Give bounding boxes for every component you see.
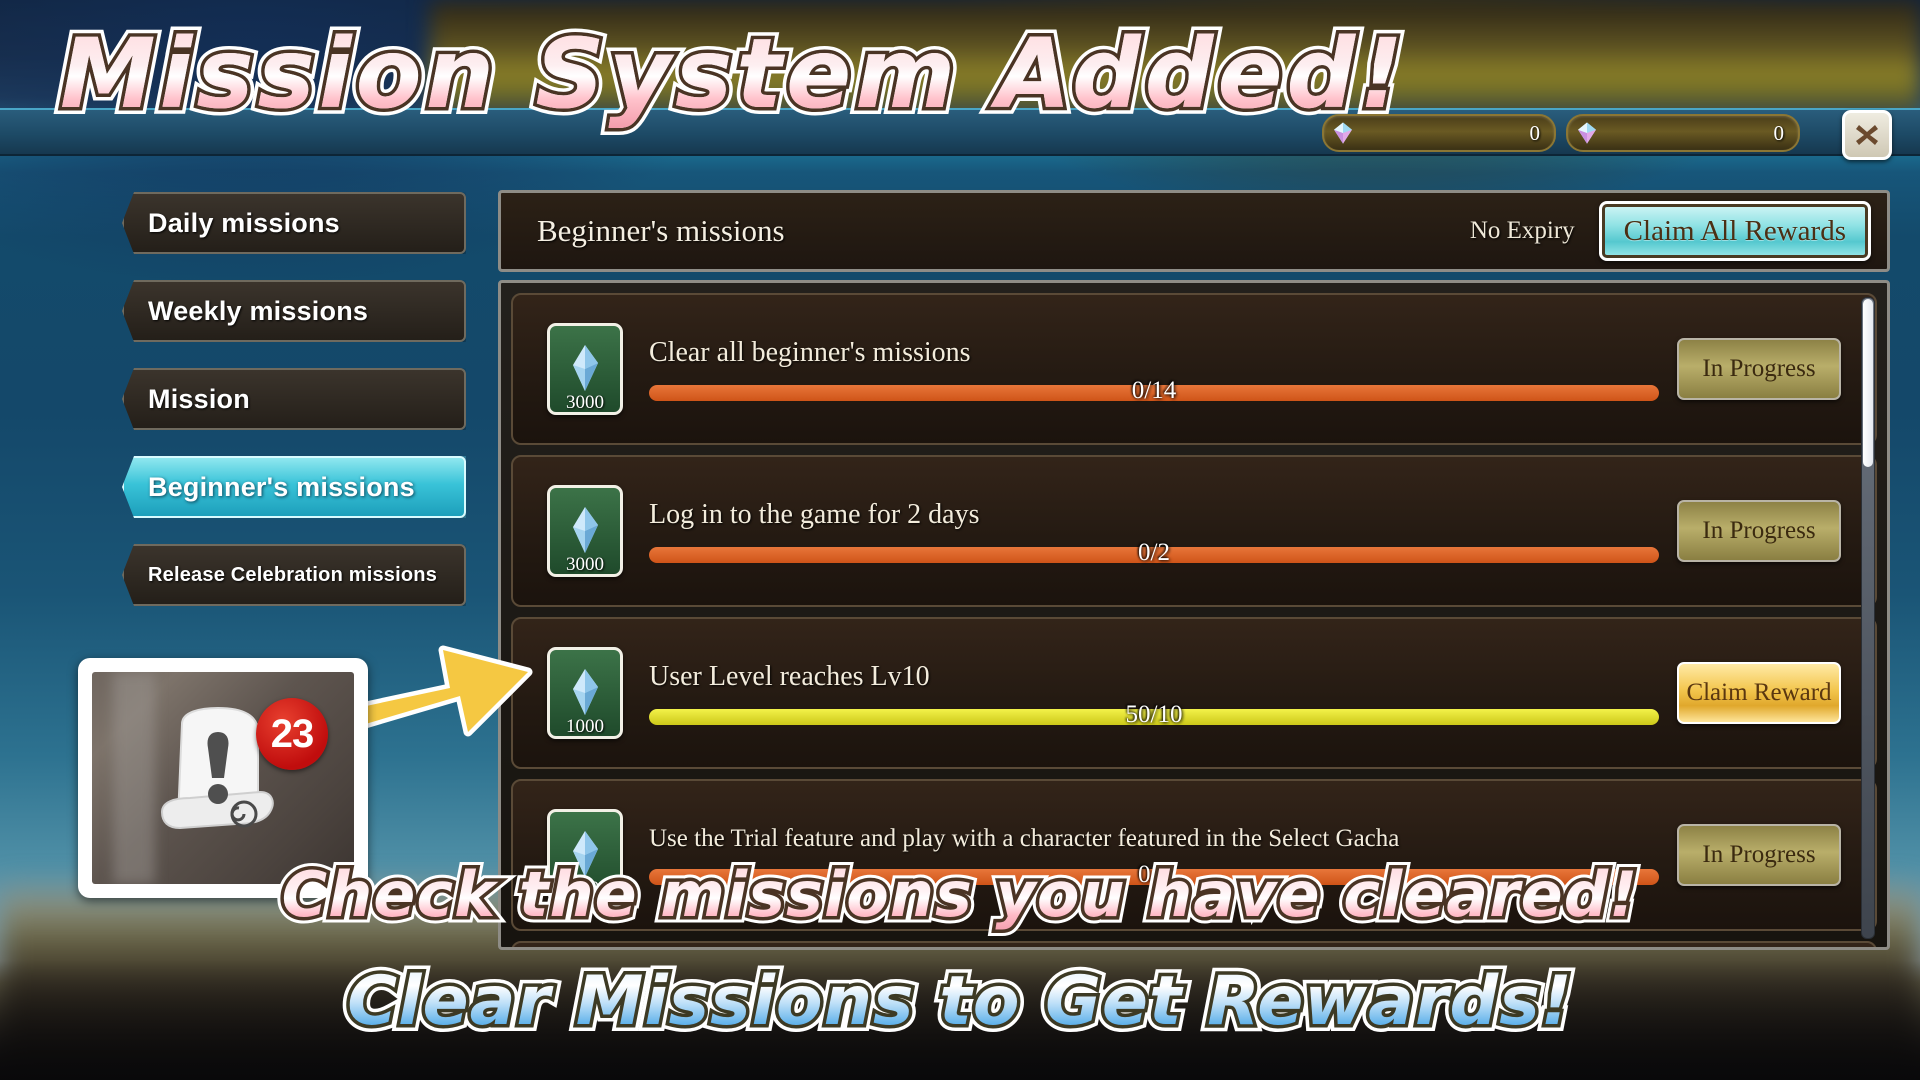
banner-title: Mission System Added! (60, 18, 1408, 130)
sidebar-item-label: Beginner's missions (148, 471, 415, 502)
progress-bar: 50/10 (649, 701, 1659, 728)
table-row[interactable]: 1000 User Level reaches Lv10 50/10 Claim… (511, 617, 1877, 769)
currency-value: 0 (1529, 120, 1541, 145)
reward-item-icon: 3000 (547, 485, 623, 577)
crystal-icon (573, 507, 598, 553)
currency-value: 0 (1773, 120, 1785, 145)
expiry-label: No Expiry (1469, 217, 1575, 244)
table-row[interactable] (511, 941, 1877, 947)
sidebar-item-beginners-missions[interactable]: Beginner's missions (122, 456, 466, 518)
mission-title: Clear all beginner's missions (649, 337, 971, 368)
sidebar-item-label: Weekly missions (148, 295, 369, 326)
sidebar-item-daily-missions[interactable]: Daily missions (122, 192, 466, 254)
progress-text: 0/14 (1131, 377, 1177, 404)
sidebar-item-mission[interactable]: Mission (122, 368, 466, 430)
sidebar-item-label: Mission (148, 383, 250, 414)
sidebar-item-weekly-missions[interactable]: Weekly missions (122, 280, 466, 342)
mission-title: Log in to the game for 2 days (649, 499, 980, 530)
gem-icon (1578, 122, 1596, 144)
mid-caption-group: Check the missions you have cleared! Che… (0, 852, 1920, 938)
screenshot-root: 0 0 Daily missions Weekly missions Missi… (0, 0, 1920, 1080)
bottom-caption-group: Clear Missions to Get Rewards! Clear Mis… (0, 955, 1920, 1048)
mission-title: Use the Trial feature and play with a ch… (649, 825, 1400, 852)
progress-bar: 0/2 (649, 539, 1659, 566)
mission-status-label: In Progress (1702, 517, 1816, 544)
progress-text: 0/2 (1138, 539, 1170, 566)
progress-bar: 0/14 (649, 377, 1659, 404)
reward-item-icon: 3000 (547, 323, 623, 415)
mission-body: Log in to the game for 2 days 0/2 (649, 499, 1659, 566)
reward-amount: 3000 (566, 554, 604, 575)
claim-all-rewards-button[interactable]: Claim All Rewards (1598, 201, 1871, 261)
mission-status-label: In Progress (1702, 355, 1816, 382)
callout-screenshot: 23 (92, 672, 354, 884)
close-button[interactable] (1842, 110, 1892, 160)
bottom-caption-text: Clear Missions to Get Rewards! (0, 962, 1920, 1041)
notification-badge: 23 (256, 698, 328, 770)
mission-status-button[interactable]: In Progress (1677, 338, 1841, 400)
mission-title: User Level reaches Lv10 (649, 661, 930, 692)
scrollbar[interactable] (1861, 297, 1875, 939)
mission-panel: Beginner's missions No Expiry Claim All … (498, 190, 1890, 950)
sidebar-item-release-celebration-missions[interactable]: Release Celebration missions (122, 544, 466, 606)
table-row[interactable]: 3000 Clear all beginner's missions 0/14 … (511, 293, 1877, 445)
mission-body: Clear all beginner's missions 0/14 (649, 337, 1659, 404)
mission-list: 3000 Clear all beginner's missions 0/14 … (498, 280, 1890, 950)
sidebar-item-label: Release Celebration missions (148, 563, 438, 586)
claim-all-rewards-label: Claim All Rewards (1623, 214, 1846, 247)
notification-count: 23 (270, 711, 314, 756)
mission-status-button[interactable]: Claim Reward (1677, 662, 1841, 724)
mission-category-sidebar: Daily missions Weekly missions Mission B… (122, 192, 466, 632)
progress-text: 50/10 (1125, 701, 1183, 728)
scrollbar-thumb[interactable] (1863, 299, 1873, 467)
crystal-icon (573, 345, 598, 391)
page-title: Beginner's missions (537, 213, 785, 248)
table-row[interactable]: 3000 Log in to the game for 2 days 0/2 I… (511, 455, 1877, 607)
close-icon (1856, 125, 1878, 145)
mission-body: User Level reaches Lv10 50/10 (649, 661, 1659, 728)
sidebar-item-label: Daily missions (148, 207, 340, 238)
mission-panel-header: Beginner's missions No Expiry Claim All … (498, 190, 1890, 272)
mission-status-button[interactable]: In Progress (1677, 500, 1841, 562)
mission-status-label: Claim Reward (1686, 679, 1832, 706)
reward-amount: 3000 (566, 392, 604, 413)
currency-item-2[interactable]: 0 (1566, 114, 1800, 152)
mid-caption-text: Check the missions you have cleared! (0, 858, 1920, 931)
crystal-icon (573, 669, 598, 715)
